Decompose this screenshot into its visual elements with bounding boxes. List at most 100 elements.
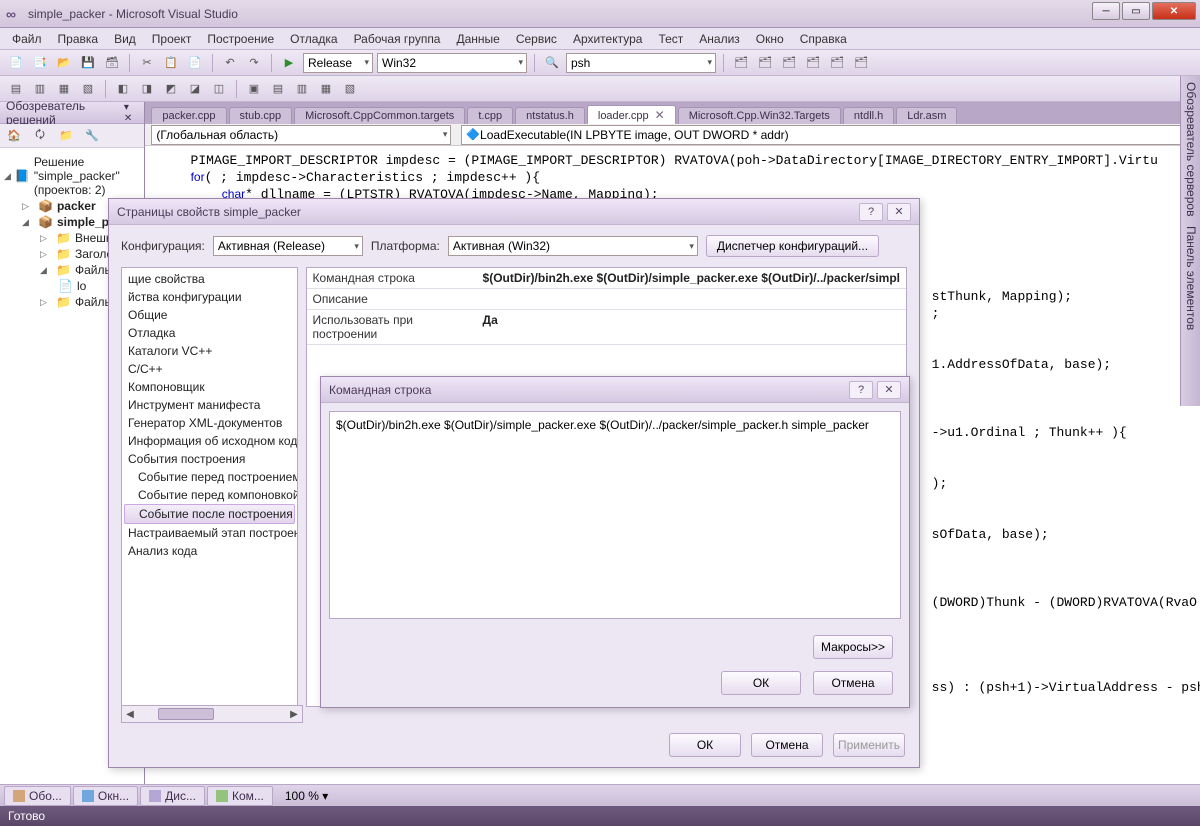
tree-hscrollbar[interactable]: ◀▶ bbox=[121, 705, 303, 723]
proptree-item-1[interactable]: йства конфигурации bbox=[124, 288, 295, 306]
dlg1-ok-button[interactable]: ОК bbox=[669, 733, 741, 757]
paste-icon[interactable]: 📄 bbox=[185, 53, 205, 73]
member-combo[interactable]: 🔷 LoadExecutable(IN LPBYTE image, OUT DW… bbox=[461, 125, 1200, 145]
dlg2-close-icon[interactable]: ✕ bbox=[877, 381, 901, 399]
menu-analyze[interactable]: Анализ bbox=[693, 30, 746, 48]
menu-service[interactable]: Сервис bbox=[510, 30, 563, 48]
tool-c-icon[interactable]: 🗂 bbox=[779, 53, 799, 73]
sec-icon-14[interactable]: ▧ bbox=[340, 79, 360, 99]
proptree-item-2[interactable]: Общие bbox=[124, 306, 295, 324]
menu-debug[interactable]: Отладка bbox=[284, 30, 343, 48]
menu-team[interactable]: Рабочая группа bbox=[348, 30, 447, 48]
sec-icon-1[interactable]: ▤ bbox=[6, 79, 26, 99]
sec-icon-2[interactable]: ▥ bbox=[30, 79, 50, 99]
proptree-item-8[interactable]: Генератор XML-документов bbox=[124, 414, 295, 432]
commandline-textarea[interactable]: $(OutDir)/bin2h.exe $(OutDir)/simple_pac… bbox=[329, 411, 901, 619]
server-explorer-tab[interactable]: Обозреватель серверов bbox=[1183, 82, 1198, 216]
redo-icon[interactable]: ↷ bbox=[244, 53, 264, 73]
sec-icon-8[interactable]: ◪ bbox=[185, 79, 205, 99]
proptree-item-11[interactable]: Событие перед построением bbox=[124, 468, 295, 486]
folder-files2[interactable]: Файль bbox=[75, 295, 111, 309]
sec-icon-3[interactable]: ▦ bbox=[54, 79, 74, 99]
doc-tab-stub-cpp[interactable]: stub.cpp bbox=[229, 107, 293, 124]
menu-data[interactable]: Данные bbox=[450, 30, 505, 48]
proptree-item-13[interactable]: Событие после построения bbox=[124, 504, 295, 524]
platform-combo[interactable]: Win32 bbox=[377, 53, 527, 73]
bottom-tab-3[interactable]: Ком... bbox=[207, 786, 273, 806]
sol-properties-icon[interactable]: 🔧 bbox=[82, 126, 102, 146]
sec-icon-5[interactable]: ◧ bbox=[113, 79, 133, 99]
undo-icon[interactable]: ↶ bbox=[220, 53, 240, 73]
dlg1-close-icon[interactable]: ✕ bbox=[887, 203, 911, 221]
tool-f-icon[interactable]: 🗂 bbox=[851, 53, 871, 73]
dlg1-help-icon[interactable]: ? bbox=[859, 203, 883, 221]
property-tree[interactable]: щие свойствайства конфигурацииОбщиеОтлад… bbox=[121, 267, 298, 707]
doc-tab-packer-cpp[interactable]: packer.cpp bbox=[151, 107, 226, 124]
prop-value[interactable]: $(OutDir)/bin2h.exe $(OutDir)/simple_pac… bbox=[477, 268, 906, 288]
sec-icon-6[interactable]: ◨ bbox=[137, 79, 157, 99]
sec-icon-13[interactable]: ▦ bbox=[316, 79, 336, 99]
doc-tab-loader-cpp[interactable]: loader.cpp✕ bbox=[587, 105, 676, 124]
copy-icon[interactable]: 📋 bbox=[161, 53, 181, 73]
sec-icon-7[interactable]: ◩ bbox=[161, 79, 181, 99]
new-project-icon[interactable]: 📄 bbox=[6, 53, 26, 73]
minimize-button[interactable]: ─ bbox=[1092, 2, 1120, 20]
menu-build[interactable]: Построение bbox=[201, 30, 280, 48]
solution-root[interactable]: Решение "simple_packer" (проектов: 2) bbox=[34, 155, 140, 197]
prop-value[interactable] bbox=[477, 289, 906, 309]
project-packer[interactable]: packer bbox=[57, 199, 96, 213]
dlg2-ok-button[interactable]: ОК bbox=[721, 671, 801, 695]
config-combo[interactable]: Release bbox=[303, 53, 373, 73]
maximize-button[interactable]: ▭ bbox=[1122, 2, 1150, 20]
bottom-tab-1[interactable]: Окн... bbox=[73, 786, 138, 806]
sol-showall-icon[interactable]: 📁 bbox=[56, 126, 76, 146]
dlg1-apply-button[interactable]: Применить bbox=[833, 733, 905, 757]
scope-combo[interactable]: (Глобальная область) bbox=[151, 125, 451, 145]
cut-icon[interactable]: ✂ bbox=[137, 53, 157, 73]
folder-files1[interactable]: Файль bbox=[75, 263, 111, 277]
save-icon[interactable]: 💾 bbox=[78, 53, 98, 73]
file-lo[interactable]: lo bbox=[77, 279, 86, 293]
menu-test[interactable]: Тест bbox=[652, 30, 689, 48]
toolbox-tab[interactable]: Панель элементов bbox=[1183, 226, 1198, 330]
macros-button[interactable]: Макросы>> bbox=[813, 635, 893, 659]
folder-extern[interactable]: Внешн bbox=[75, 231, 113, 245]
dlg2-cancel-button[interactable]: Отмена bbox=[813, 671, 893, 695]
prop-row-2[interactable]: Использовать при построенииДа bbox=[307, 310, 906, 345]
tool-e-icon[interactable]: 🗂 bbox=[827, 53, 847, 73]
proptree-item-15[interactable]: Анализ кода bbox=[124, 542, 295, 560]
find-icon[interactable]: 🔍 bbox=[542, 53, 562, 73]
tool-b-icon[interactable]: 🗂 bbox=[755, 53, 775, 73]
sol-refresh-icon[interactable]: 🗘 bbox=[30, 126, 50, 146]
proptree-item-6[interactable]: Компоновщик bbox=[124, 378, 295, 396]
dlg2-help-icon[interactable]: ? bbox=[849, 381, 873, 399]
menu-view[interactable]: Вид bbox=[108, 30, 142, 48]
proptree-item-0[interactable]: щие свойства bbox=[124, 270, 295, 288]
open-icon[interactable]: 📂 bbox=[54, 53, 74, 73]
menu-file[interactable]: Файл bbox=[6, 30, 48, 48]
bottom-tab-2[interactable]: Дис... bbox=[140, 786, 205, 806]
config-manager-button[interactable]: Диспетчер конфигураций... bbox=[706, 235, 879, 257]
start-debug-icon[interactable] bbox=[279, 53, 299, 73]
doc-tab-ntstatus-h[interactable]: ntstatus.h bbox=[515, 107, 585, 124]
pane-menu-icon[interactable]: ▾ ✕ bbox=[124, 102, 138, 124]
sec-icon-4[interactable]: ▧ bbox=[78, 79, 98, 99]
tool-d-icon[interactable]: 🗂 bbox=[803, 53, 823, 73]
proptree-item-4[interactable]: Каталоги VC++ bbox=[124, 342, 295, 360]
sol-home-icon[interactable]: 🏠 bbox=[4, 126, 24, 146]
prop-row-0[interactable]: Командная строка$(OutDir)/bin2h.exe $(Ou… bbox=[307, 268, 906, 289]
tool-a-icon[interactable]: 🗂 bbox=[731, 53, 751, 73]
prop-value[interactable]: Да bbox=[477, 310, 906, 344]
doc-tab-Microsoft-Cpp-Win32-Targets[interactable]: Microsoft.Cpp.Win32.Targets bbox=[678, 107, 841, 124]
quick-find-box[interactable]: psh bbox=[566, 53, 716, 73]
menu-edit[interactable]: Правка bbox=[52, 30, 105, 48]
menu-project[interactable]: Проект bbox=[146, 30, 198, 48]
bottom-tab-0[interactable]: Обо... bbox=[4, 786, 71, 806]
doc-tab-Microsoft-CppCommon-targets[interactable]: Microsoft.CppCommon.targets bbox=[294, 107, 465, 124]
menu-window[interactable]: Окно bbox=[750, 30, 790, 48]
proptree-item-14[interactable]: Настраиваемый этап построения bbox=[124, 524, 295, 542]
dlg1-cancel-button[interactable]: Отмена bbox=[751, 733, 823, 757]
sec-icon-12[interactable]: ▥ bbox=[292, 79, 312, 99]
sec-icon-9[interactable]: ◫ bbox=[209, 79, 229, 99]
doc-tab-t-cpp[interactable]: t.cpp bbox=[467, 107, 513, 124]
